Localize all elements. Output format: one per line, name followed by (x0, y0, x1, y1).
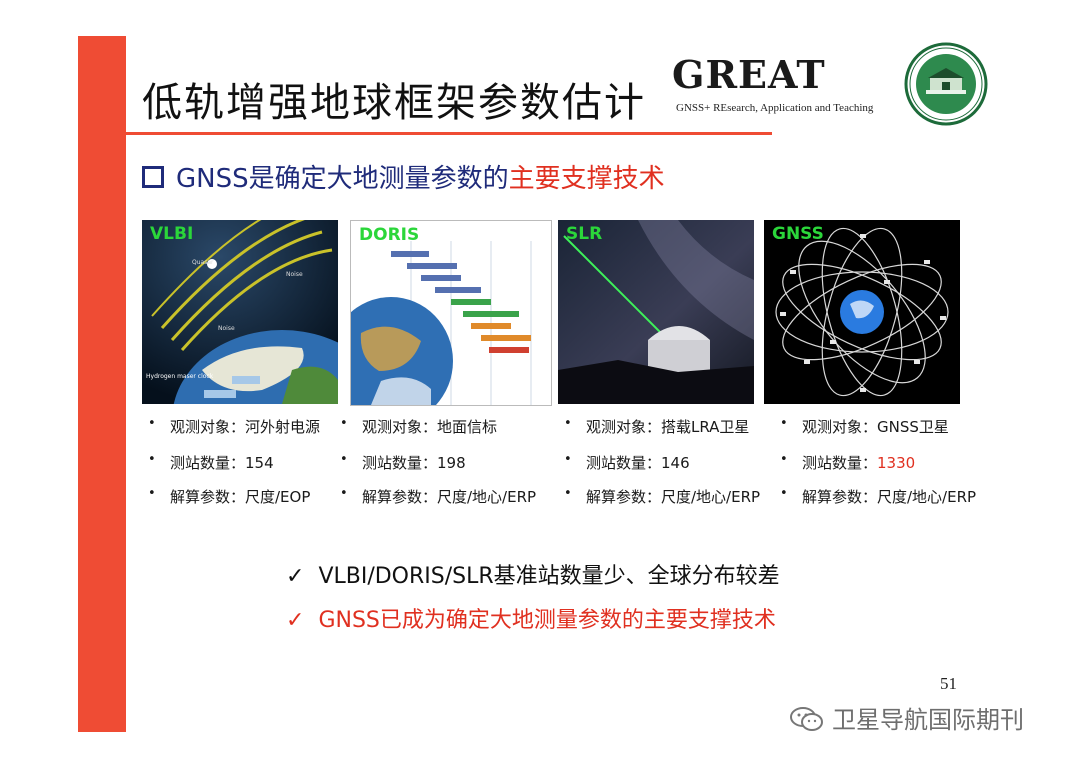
subheading-highlight: 主要支撑技术 (508, 164, 665, 194)
vlbi-target: 观测对象：河外射电源 (170, 418, 321, 436)
slr-image: SLR (558, 220, 754, 404)
bullet-glyph: • (148, 416, 156, 431)
watermark-text: 卫星导航国际期刊 (832, 706, 1024, 734)
square-bullet-icon (142, 165, 164, 188)
doris-image: DORIS (350, 220, 552, 406)
conclusion-1-text: VLBI/DORIS/SLR基准站数量少、全球分布较差 (318, 564, 780, 589)
bullet-glyph: • (340, 416, 348, 431)
panel-label-doris: DORIS (359, 225, 420, 245)
slr-station-count: 测站数量：146 (586, 454, 690, 472)
great-logo-subtitle: GNSS+ REsearch, Application and Teaching (676, 102, 874, 114)
svg-text:Hydrogen maser clock: Hydrogen maser clock (146, 373, 214, 380)
doris-station-count: 测站数量：198 (362, 454, 466, 472)
panel-label-gnss: GNSS (772, 224, 824, 244)
bullet-glyph: • (340, 452, 348, 467)
svg-text:Noise: Noise (218, 325, 235, 332)
doris-target: 观测对象：地面信标 (362, 418, 498, 436)
svg-text:Quasar: Quasar (192, 259, 214, 266)
panel-label-slr: SLR (566, 224, 603, 244)
bullet-glyph: • (340, 486, 348, 501)
subheading-prefix: GNSS是确定大地测量参数的 (176, 164, 509, 194)
slide-title: 低轨增强地球框架参数估计 (142, 80, 646, 126)
bullet-glyph: • (780, 452, 788, 467)
gnss-target: 观测对象：GNSS卫星 (802, 418, 949, 436)
slr-target: 观测对象：搭载LRA卫星 (586, 418, 750, 436)
bullet-glyph: • (564, 486, 572, 501)
side-accent-bar (78, 36, 126, 732)
wechat-icon (790, 707, 823, 731)
svg-text:Noise: Noise (286, 271, 303, 278)
conclusion-2-text: GNSS已成为确定大地测量参数的主要支撑技术 (318, 608, 776, 633)
bullet-glyph: • (780, 416, 788, 431)
vlbi-image: Quasar Noise Noise Hydrogen maser clock … (142, 220, 338, 404)
slr-parameters: 解算参数：尺度/地心/ERP (586, 488, 761, 506)
gnss-station-count-value: 1330 (877, 454, 916, 472)
slide: 低轨增强地球框架参数估计 GREAT GNSS+ REsearch, Appli… (0, 0, 1080, 764)
doris-parameters: 解算参数：尺度/地心/ERP (362, 488, 537, 506)
bullet-glyph: • (148, 452, 156, 467)
vlbi-parameters: 解算参数：尺度/EOP (170, 488, 311, 506)
bullet-glyph: • (780, 486, 788, 501)
gnss-parameters: 解算参数：尺度/地心/ERP (802, 488, 977, 506)
conclusion-2: ✓ GNSS已成为确定大地测量参数的主要支撑技术 (286, 602, 776, 634)
great-logo: GREAT (672, 52, 826, 97)
university-emblem-icon (904, 42, 988, 126)
title-underline (126, 132, 772, 135)
checkmark-icon: ✓ (286, 608, 305, 633)
bullet-glyph: • (564, 452, 572, 467)
gnss-station-count-label: 测站数量： (802, 454, 878, 472)
vlbi-station-count: 测站数量：154 (170, 454, 274, 472)
section-subheading: GNSS是确定大地测量参数的主要支撑技术 (142, 158, 665, 195)
panel-label-vlbi: VLBI (150, 224, 194, 244)
bullet-glyph: • (148, 486, 156, 501)
page-number: 51 (940, 674, 957, 693)
checkmark-icon: ✓ (286, 564, 305, 589)
bullet-glyph: • (564, 416, 572, 431)
conclusion-1: ✓ VLBI/DORIS/SLR基准站数量少、全球分布较差 (286, 558, 780, 590)
gnss-image: GNSS (764, 220, 960, 404)
